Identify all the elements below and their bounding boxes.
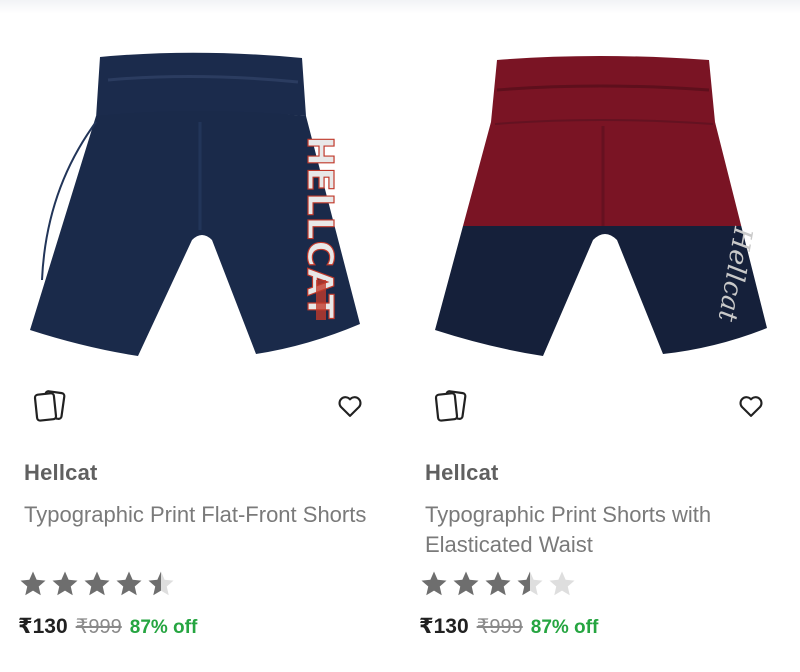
product-card[interactable]: HELLCAT Hellcat Typographic Print Flat-F…: [16, 0, 396, 672]
product-title[interactable]: Typographic Print Shorts with Elasticate…: [425, 500, 775, 560]
price-row: ₹130 ₹999 87% off: [419, 614, 598, 639]
product-title[interactable]: Typographic Print Flat-Front Shorts: [24, 500, 374, 530]
star-icon: [52, 571, 78, 596]
star-icon: [485, 571, 511, 596]
rating-stars: [419, 569, 577, 599]
discount-badge: 87% off: [530, 617, 599, 638]
product-card[interactable]: Hellcat Hellcat Typographic Print Shorts…: [417, 0, 797, 672]
star-icon: [421, 571, 447, 596]
product-brand: Hellcat: [425, 460, 499, 485]
star-icon: [549, 571, 575, 596]
star-icon: [20, 571, 46, 596]
star-icon: [116, 571, 142, 596]
price-row: ₹130 ₹999 87% off: [18, 614, 197, 639]
star-icon: [453, 571, 479, 596]
product-image[interactable]: Hellcat: [417, 30, 785, 372]
original-price: ₹999: [476, 616, 523, 638]
original-price: ₹999: [75, 616, 122, 638]
star-icon: [517, 571, 543, 596]
star-icon: [148, 571, 174, 596]
compare-cards-icon[interactable]: [433, 388, 467, 424]
shorts-navy-image: HELLCAT: [30, 52, 360, 356]
heart-outline-icon[interactable]: [737, 392, 765, 420]
product-image[interactable]: HELLCAT: [16, 30, 384, 372]
rating-stars: [18, 569, 176, 599]
star-icon: [84, 571, 110, 596]
shorts-maroon-navy-image: Hellcat: [435, 56, 767, 356]
selling-price: ₹130: [18, 615, 68, 638]
discount-badge: 87% off: [129, 617, 198, 638]
product-brand: Hellcat: [24, 460, 98, 485]
selling-price: ₹130: [419, 615, 469, 638]
compare-cards-icon[interactable]: [32, 388, 66, 424]
heart-outline-icon[interactable]: [336, 392, 364, 420]
